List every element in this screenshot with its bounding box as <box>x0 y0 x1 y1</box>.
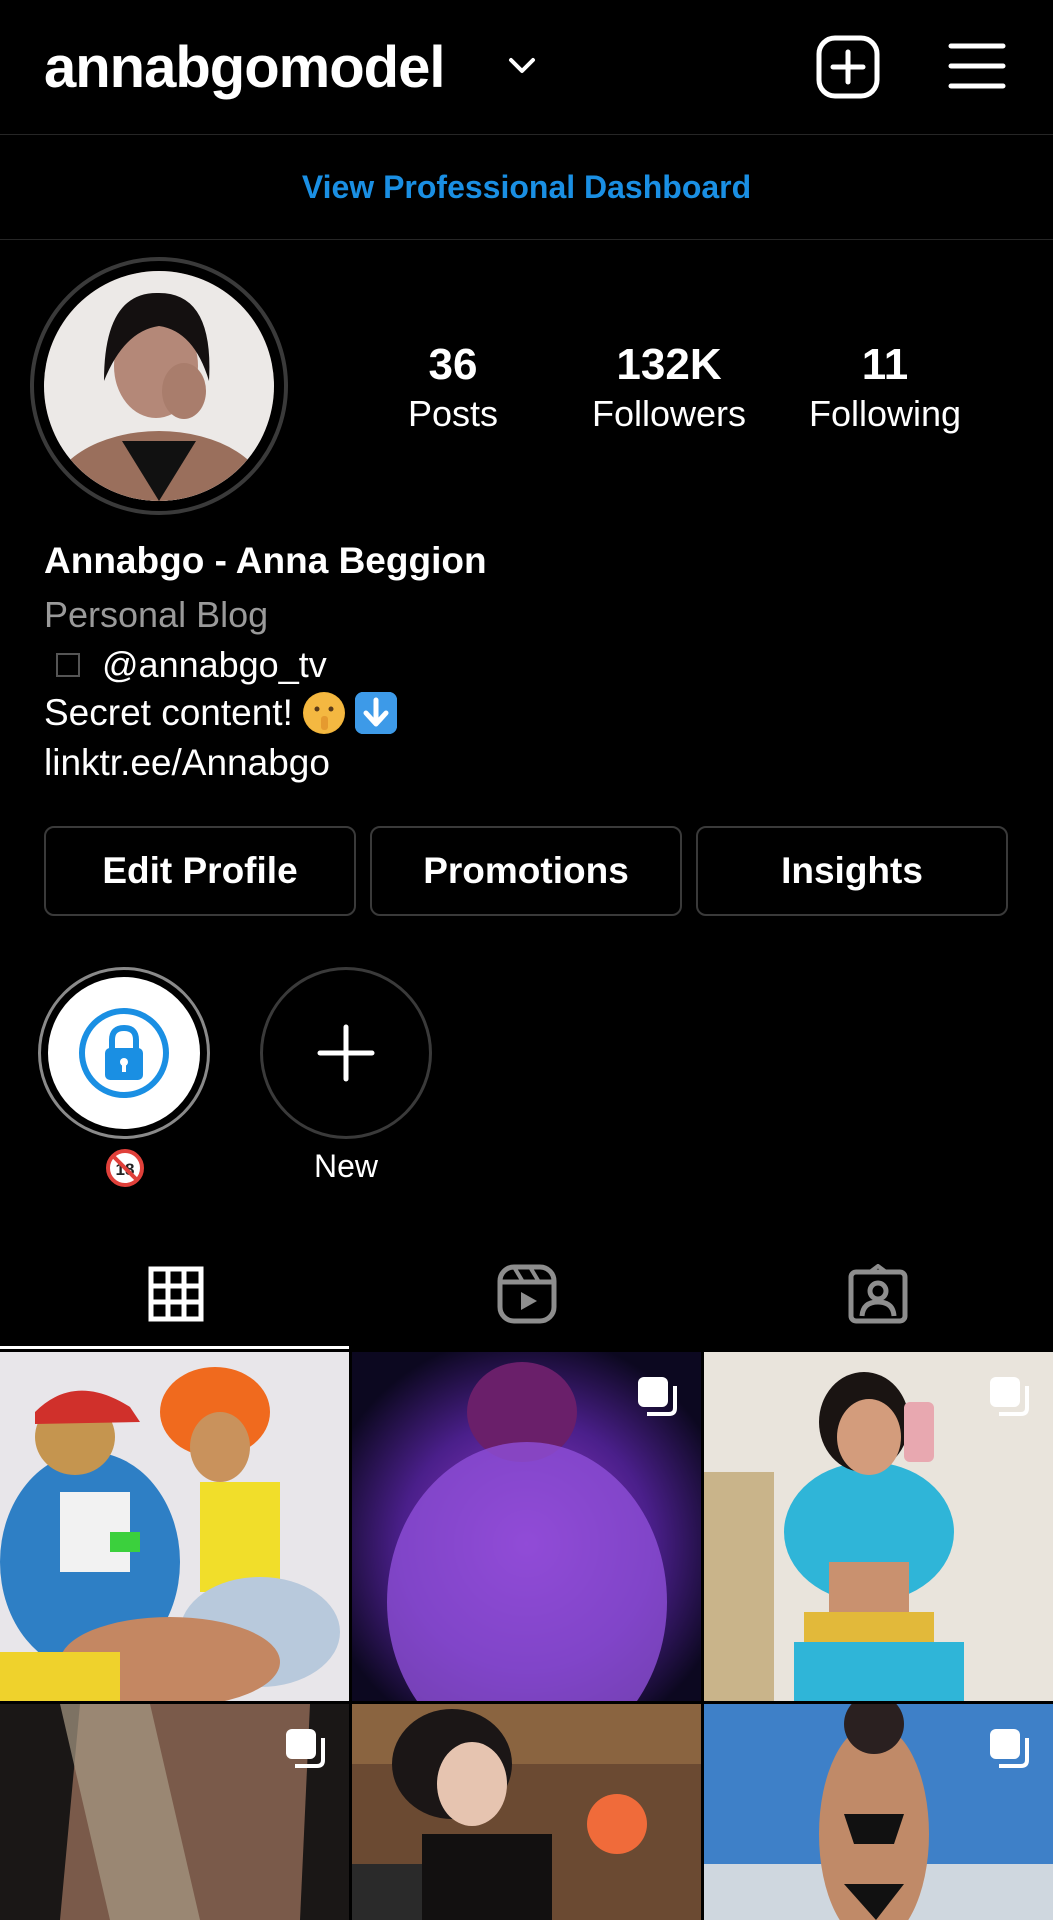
grid-post[interactable] <box>0 1704 349 1920</box>
promotions-button[interactable]: Promotions <box>370 826 682 916</box>
professional-dashboard-label: View Professional Dashboard <box>301 168 752 205</box>
grid-post[interactable] <box>704 1704 1053 1920</box>
following-count: 11 <box>861 340 909 389</box>
following-label: Following <box>808 393 962 434</box>
shushing-face-icon <box>302 692 345 734</box>
new-highlight-label: New <box>313 1148 378 1184</box>
avatar[interactable] <box>44 271 274 501</box>
grid-post[interactable] <box>704 1352 1053 1701</box>
avatar-photo <box>44 271 274 501</box>
posts-label: Posts <box>407 393 499 434</box>
tab-tagged[interactable] <box>702 1240 1053 1348</box>
lock-icon <box>79 1008 169 1098</box>
professional-dashboard-link[interactable]: View Professional Dashboard <box>0 135 1053 240</box>
tagged-icon <box>848 1264 907 1324</box>
posts-count: 36 <box>428 340 478 389</box>
plus-icon <box>317 1024 375 1082</box>
menu-icon[interactable] <box>948 40 1006 92</box>
carousel-icon <box>990 1377 1029 1416</box>
edit-profile-button[interactable]: Edit Profile <box>44 826 356 916</box>
grid-icon <box>148 1266 203 1322</box>
new-highlight-button[interactable] <box>260 967 432 1139</box>
followers-count: 132K <box>616 340 722 389</box>
bio-handle-row[interactable]: @annabgo_tv <box>44 644 327 686</box>
tab-reels[interactable] <box>351 1240 702 1348</box>
grid-post[interactable] <box>352 1352 701 1701</box>
insights-button[interactable]: Insights <box>696 826 1008 916</box>
posts-stat[interactable]: 36 Posts <box>363 338 543 436</box>
grid-post[interactable] <box>352 1704 701 1920</box>
carousel-icon <box>638 1377 677 1416</box>
new-post-icon[interactable] <box>815 34 881 100</box>
bio-text-row: Secret content! <box>44 692 397 734</box>
reels-icon <box>497 1264 556 1324</box>
threads-icon <box>56 653 80 677</box>
post-thumbnail <box>0 1352 349 1701</box>
bio-handle: @annabgo_tv <box>102 644 327 685</box>
chevron-down-icon[interactable] <box>505 48 539 82</box>
profile-category: Personal Blog <box>44 594 269 635</box>
highlight-private[interactable] <box>48 977 200 1129</box>
down-arrow-icon <box>354 692 397 734</box>
following-stat[interactable]: 11 Following <box>795 338 975 436</box>
display-name: Annabgo - Anna Beggion <box>44 540 487 581</box>
account-username[interactable]: annabgomodel <box>44 34 445 101</box>
no-under-18-icon: 18 <box>106 1149 144 1187</box>
grid-post[interactable] <box>0 1352 349 1701</box>
carousel-icon <box>286 1729 325 1768</box>
active-tab-indicator <box>0 1346 349 1349</box>
bio-text: Secret content! <box>44 692 293 733</box>
tab-posts-grid[interactable] <box>0 1240 351 1348</box>
bio-link[interactable]: linktr.ee/Annabgo <box>44 742 330 784</box>
followers-stat[interactable]: 132K Followers <box>579 338 759 436</box>
post-thumbnail <box>352 1704 701 1920</box>
followers-label: Followers <box>591 393 747 434</box>
carousel-icon <box>990 1729 1029 1768</box>
